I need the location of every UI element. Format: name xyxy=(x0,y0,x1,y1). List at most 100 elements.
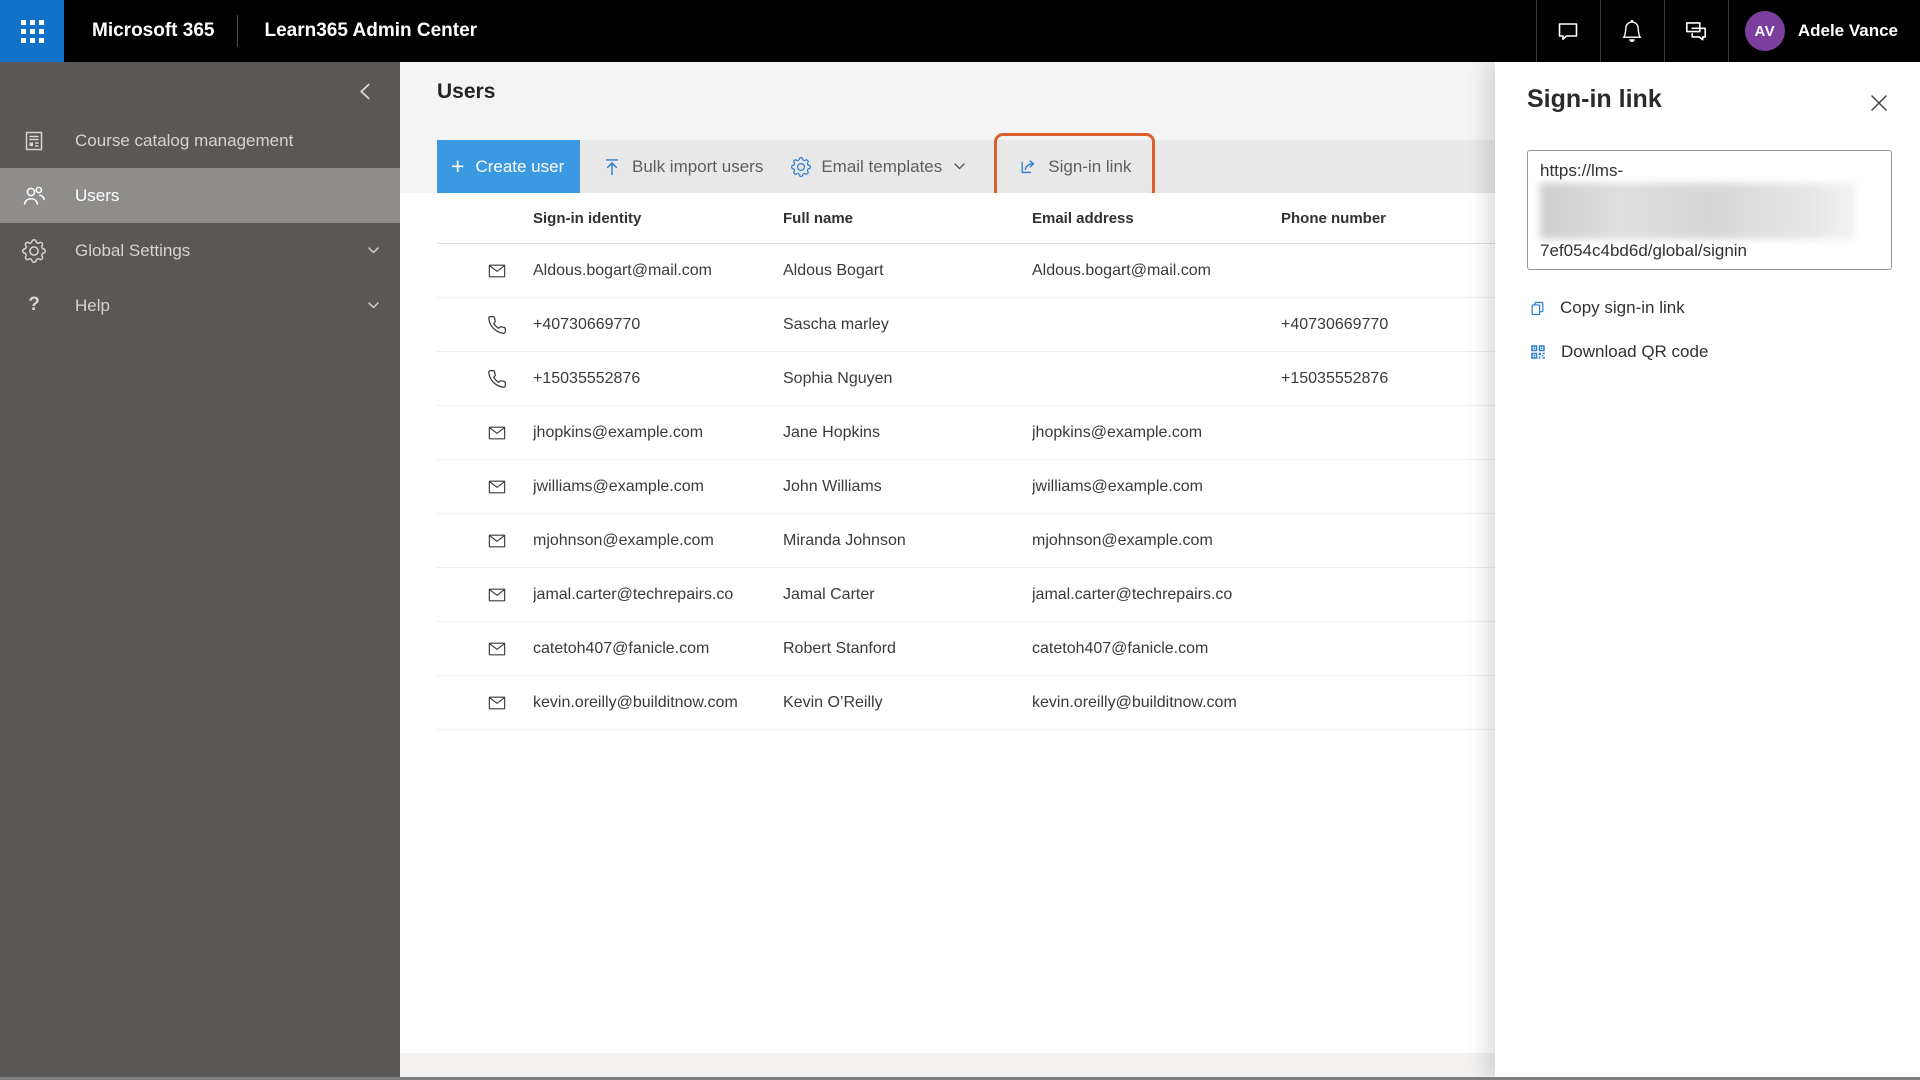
cell-phone-number: +15035552876 xyxy=(1281,369,1389,387)
cell-full-name: Sophia Nguyen xyxy=(783,369,893,387)
table-row[interactable]: +40730669770 Sascha marley +40730669770 xyxy=(437,298,1495,352)
feedback-icon xyxy=(1683,18,1709,44)
phone-icon xyxy=(487,369,507,389)
cell-sign-in-identity: jhopkins@example.com xyxy=(533,423,704,441)
cell-sign-in-identity: +40730669770 xyxy=(533,315,641,333)
email-templates-button[interactable]: Email templates xyxy=(791,157,976,177)
table-row[interactable]: Aldous.bogart@mail.com Aldous Bogart Aldou… xyxy=(437,244,1495,298)
cell-sign-in-identity: Aldous.bogart@mail.com xyxy=(533,261,712,279)
cell-email-address: jamal.carter@techrepairs.co xyxy=(1032,585,1233,603)
cell-email-address: jwilliams@example.com xyxy=(1032,477,1203,495)
app-title: Learn365 Admin Center xyxy=(264,20,478,41)
notifications-button[interactable] xyxy=(1601,0,1664,62)
chat-icon xyxy=(1556,19,1580,43)
panel-title: Sign-in link xyxy=(1527,85,1662,113)
cell-email-address: Aldous.bogart@mail.com xyxy=(1032,261,1211,279)
sign-in-url-box[interactable]: https://lms- 7ef054c4bd6d/global/signin xyxy=(1527,150,1892,270)
sidebar-item-users[interactable]: Users xyxy=(0,168,400,223)
cell-sign-in-identity: mjohnson@example.com xyxy=(533,531,714,549)
column-sign-in-identity[interactable]: Sign-in identity xyxy=(533,210,783,227)
sidebar-collapse-button[interactable] xyxy=(348,74,382,108)
learn365-admin-window: Microsoft 365 Learn365 Admin Center AV A… xyxy=(0,0,1920,1080)
brand-title[interactable]: Microsoft 365 xyxy=(92,20,214,42)
sign-in-link-label: Sign-in link xyxy=(1048,156,1132,176)
chevron-down-icon xyxy=(367,244,380,257)
create-user-label: Create user xyxy=(475,156,565,176)
table-row[interactable]: mjohnson@example.com Miranda Johnson mjohn… xyxy=(437,514,1495,568)
sign-in-icon xyxy=(1018,157,1038,177)
url-line-1: https://lms- xyxy=(1540,161,1624,180)
column-phone-number[interactable]: Phone number xyxy=(1281,210,1495,227)
column-full-name[interactable]: Full name xyxy=(783,210,1032,227)
cell-sign-in-identity: kevin.oreilly@builditnow.com xyxy=(533,693,738,711)
plus-icon: + xyxy=(451,153,465,179)
cell-full-name: Sascha marley xyxy=(783,315,889,333)
bulk-import-users-button[interactable]: Bulk import users xyxy=(602,157,763,177)
bottom-strip xyxy=(400,1053,1495,1079)
close-icon xyxy=(1870,94,1888,112)
email-templates-label: Email templates xyxy=(821,156,943,176)
column-email-address[interactable]: Email address xyxy=(1032,210,1281,227)
table-row[interactable]: catetoh407@fanicle.com Robert Stanford cat… xyxy=(437,622,1495,676)
bulk-import-label: Bulk import users xyxy=(632,156,764,176)
mail-icon xyxy=(487,477,507,497)
app-launcher-button[interactable] xyxy=(0,0,64,62)
cell-full-name: Miranda Johnson xyxy=(783,531,906,549)
sidebar-item-label: Users xyxy=(75,185,120,205)
url-line-2: 7ef054c4bd6d/global/signin xyxy=(1540,241,1748,260)
gear-icon xyxy=(22,238,46,263)
cell-full-name: Kevin O’Reilly xyxy=(783,693,883,711)
chevron-down-icon xyxy=(953,160,966,173)
table-row[interactable]: kevin.oreilly@builditnow.com Kevin O’Reil… xyxy=(437,676,1495,730)
users-table-body: Aldous.bogart@mail.com Aldous Bogart Aldou… xyxy=(437,244,1495,730)
upload-icon xyxy=(602,157,622,177)
catalog-icon xyxy=(22,129,46,153)
download-qr-code-button[interactable]: Download QR code xyxy=(1529,342,1708,362)
bell-icon xyxy=(1621,20,1643,42)
toolbar: + Create user Bulk import users Email te… xyxy=(437,133,1495,200)
chat-button[interactable] xyxy=(1537,0,1600,62)
cell-email-address: mjohnson@example.com xyxy=(1032,531,1213,549)
mail-icon xyxy=(487,261,507,281)
close-panel-button[interactable] xyxy=(1864,88,1894,118)
phone-icon xyxy=(487,315,507,335)
copy-sign-in-link-label: Copy sign-in link xyxy=(1560,298,1685,317)
sign-in-link-panel: Sign-in link https://lms- 7ef054c4bd6d/g… xyxy=(1495,62,1920,1080)
table-row[interactable]: jwilliams@example.com John Williams jwilli… xyxy=(437,460,1495,514)
download-qr-code-label: Download QR code xyxy=(1561,342,1709,361)
cell-sign-in-identity: jamal.carter@techrepairs.co xyxy=(533,585,734,603)
waffle-icon xyxy=(20,19,44,43)
feedback-button[interactable] xyxy=(1665,0,1728,62)
table-row[interactable]: +15035552876 Sophia Nguyen +15035552876 xyxy=(437,352,1495,406)
copy-sign-in-link-button[interactable]: Copy sign-in link xyxy=(1529,298,1685,318)
account-menu[interactable]: AV Adele Vance xyxy=(1729,0,1920,62)
people-icon xyxy=(22,184,46,208)
topbar: Microsoft 365 Learn365 Admin Center AV A… xyxy=(0,0,1920,62)
cell-email-address: jhopkins@example.com xyxy=(1032,423,1203,441)
create-user-button[interactable]: + Create user xyxy=(437,140,580,193)
sidebar-nav: Course catalog management Users Global Set… xyxy=(0,113,400,333)
cell-full-name: Aldous Bogart xyxy=(783,261,884,279)
gear-icon xyxy=(791,156,812,177)
cell-sign-in-identity: +15035552876 xyxy=(533,369,641,387)
cell-phone-number: +40730669770 xyxy=(1281,315,1389,333)
sidebar-item-course-catalog-management[interactable]: Course catalog management xyxy=(0,113,400,168)
cell-sign-in-identity: jwilliams@example.com xyxy=(533,477,704,495)
mail-icon xyxy=(487,423,507,443)
help-icon: ? xyxy=(28,293,40,315)
cell-email-address: kevin.oreilly@builditnow.com xyxy=(1032,693,1237,711)
sidebar-item-label: Help xyxy=(75,295,110,315)
main-content: Users + Create user Bulk import users Em… xyxy=(400,62,1495,1080)
topbar-divider xyxy=(237,15,239,47)
sidebar-item-help[interactable]: ? Help xyxy=(0,278,400,333)
qr-code-icon xyxy=(1529,343,1547,361)
sign-in-link-button[interactable]: Sign-in link xyxy=(1018,157,1131,177)
mail-icon xyxy=(487,639,507,659)
table-row[interactable]: jhopkins@example.com Jane Hopkins jhopkins… xyxy=(437,406,1495,460)
table-row[interactable]: jamal.carter@techrepairs.co Jamal Carter j… xyxy=(437,568,1495,622)
sidebar-item-global-settings[interactable]: Global Settings xyxy=(0,223,400,278)
cell-email-address: catetoh407@fanicle.com xyxy=(1032,639,1209,657)
sidebar-item-label: Course catalog management xyxy=(75,130,294,150)
avatar: AV xyxy=(1744,11,1785,51)
cell-full-name: Robert Stanford xyxy=(783,639,896,657)
